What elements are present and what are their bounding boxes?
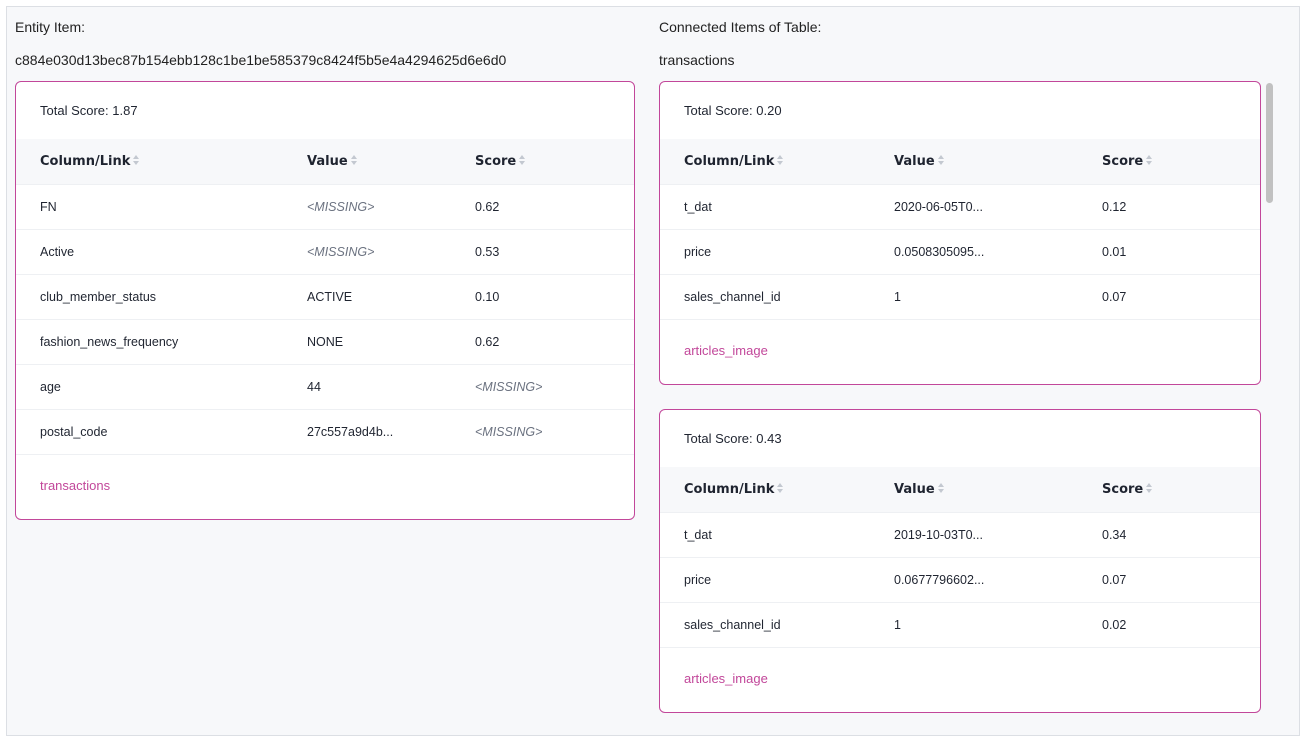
cell-value: 2020-06-05T0...: [894, 183, 1102, 229]
cell-score: 0.01: [1102, 228, 1260, 274]
cell-value: NONE: [307, 318, 475, 364]
table-row: age 44 <MISSING>: [16, 363, 634, 409]
cell-column: sales_channel_id: [660, 273, 894, 319]
cell-score: <MISSING>: [475, 363, 634, 409]
link-row: articles_image: [660, 647, 1260, 710]
entity-table: Column/Link Value Score FN <MISSING> 0.6…: [16, 139, 634, 454]
table-row: postal_code 27c557a9d4b... <MISSING>: [16, 408, 634, 454]
cell-score: <MISSING>: [475, 408, 634, 454]
cell-value: <MISSING>: [307, 183, 475, 229]
connected-total-score: Total Score: 0.20: [684, 103, 782, 118]
table-row: club_member_status ACTIVE 0.10: [16, 273, 634, 319]
entity-card: Total Score: 1.87 Column/Link Value Scor…: [15, 81, 635, 520]
sort-icon[interactable]: [133, 155, 140, 166]
cell-score: 0.07: [1102, 556, 1260, 602]
column-header-score[interactable]: Score: [1102, 139, 1260, 184]
scrollbar-thumb[interactable]: [1266, 83, 1273, 203]
column-header-score[interactable]: Score: [1102, 467, 1260, 512]
cell-column: fashion_news_frequency: [16, 318, 307, 364]
table-row: Active <MISSING> 0.53: [16, 228, 634, 274]
table-row: sales_channel_id 1 0.02: [660, 601, 1260, 647]
cell-score: 0.12: [1102, 183, 1260, 229]
table-row: sales_channel_id 1 0.07: [660, 273, 1260, 319]
cell-column: price: [660, 556, 894, 602]
cell-value: <MISSING>: [307, 228, 475, 274]
cell-value: 44: [307, 363, 475, 409]
cell-value: 27c557a9d4b...: [307, 408, 475, 454]
cell-score: 0.53: [475, 228, 634, 274]
cell-value: 1: [894, 601, 1102, 647]
table-row: price 0.0508305095... 0.01: [660, 228, 1260, 274]
cell-column: postal_code: [16, 408, 307, 454]
articles-image-link[interactable]: articles_image: [684, 671, 768, 686]
cell-score: 0.62: [475, 318, 634, 364]
cell-value: 1: [894, 273, 1102, 319]
connected-table: Column/Link Value Score t_dat 2019-10-03…: [660, 467, 1260, 647]
connected-table: Column/Link Value Score t_dat 2020-06-05…: [660, 139, 1260, 319]
cell-score: 0.34: [1102, 511, 1260, 557]
column-header-column-link[interactable]: Column/Link: [660, 139, 894, 184]
sort-icon[interactable]: [777, 483, 784, 494]
connected-header: Connected Items of Table: transactions: [659, 19, 1259, 68]
cell-value: 0.0508305095...: [894, 228, 1102, 274]
sort-icon[interactable]: [350, 155, 357, 166]
cell-column: FN: [16, 183, 307, 229]
connected-items-list[interactable]: Total Score: 0.20 Column/Link Value Scor…: [657, 79, 1263, 735]
entity-header: Entity Item: c884e030d13bec87b154ebb128c…: [15, 19, 635, 68]
sort-icon[interactable]: [937, 483, 944, 494]
table-row: price 0.0677796602... 0.07: [660, 556, 1260, 602]
cell-value: 0.0677796602...: [894, 556, 1102, 602]
connected-card-1: Total Score: 0.20 Column/Link Value Scor…: [659, 81, 1261, 385]
entity-total-score: Total Score: 1.87: [40, 103, 138, 118]
table-row: fashion_news_frequency NONE 0.62: [16, 318, 634, 364]
cell-score: 0.62: [475, 183, 634, 229]
articles-image-link[interactable]: articles_image: [684, 343, 768, 358]
column-header-score[interactable]: Score: [475, 139, 634, 184]
transactions-link[interactable]: transactions: [40, 478, 110, 493]
table-header-row: Column/Link Value Score: [660, 467, 1260, 512]
column-header-column-link[interactable]: Column/Link: [660, 467, 894, 512]
sort-icon[interactable]: [519, 155, 526, 166]
scrollbar[interactable]: [1263, 79, 1277, 735]
column-header-column-link[interactable]: Column/Link: [16, 139, 307, 184]
cell-column: t_dat: [660, 511, 894, 557]
cell-column: price: [660, 228, 894, 274]
cell-value: ACTIVE: [307, 273, 475, 319]
cell-score: 0.02: [1102, 601, 1260, 647]
cell-score: 0.07: [1102, 273, 1260, 319]
table-header-row: Column/Link Value Score: [16, 139, 634, 184]
cell-column: age: [16, 363, 307, 409]
table-row: t_dat 2020-06-05T0... 0.12: [660, 183, 1260, 229]
column-header-value[interactable]: Value: [307, 139, 475, 184]
result-panel: Entity Item: c884e030d13bec87b154ebb128c…: [6, 6, 1300, 736]
column-header-value[interactable]: Value: [894, 139, 1102, 184]
sort-icon[interactable]: [1146, 483, 1153, 494]
connected-total-score: Total Score: 0.43: [684, 431, 782, 446]
sort-icon[interactable]: [777, 155, 784, 166]
table-header-row: Column/Link Value Score: [660, 139, 1260, 184]
sort-icon[interactable]: [1146, 155, 1153, 166]
connected-label: Connected Items of Table:: [659, 19, 822, 35]
cell-column: Active: [16, 228, 307, 274]
cell-column: club_member_status: [16, 273, 307, 319]
entity-id: c884e030d13bec87b154ebb128c1be1be585379c…: [15, 52, 507, 68]
column-header-value[interactable]: Value: [894, 467, 1102, 512]
cell-value: 2019-10-03T0...: [894, 511, 1102, 557]
cell-column: t_dat: [660, 183, 894, 229]
cell-column: sales_channel_id: [660, 601, 894, 647]
table-row: FN <MISSING> 0.62: [16, 183, 634, 229]
table-row: t_dat 2019-10-03T0... 0.34: [660, 511, 1260, 557]
entity-label: Entity Item:: [15, 19, 86, 35]
cell-score: 0.10: [475, 273, 634, 319]
connected-card-2: Total Score: 0.43 Column/Link Value Scor…: [659, 409, 1261, 713]
link-row: articles_image: [660, 319, 1260, 382]
connected-table-name: transactions: [659, 52, 735, 68]
link-row: transactions: [16, 454, 634, 517]
sort-icon[interactable]: [937, 155, 944, 166]
